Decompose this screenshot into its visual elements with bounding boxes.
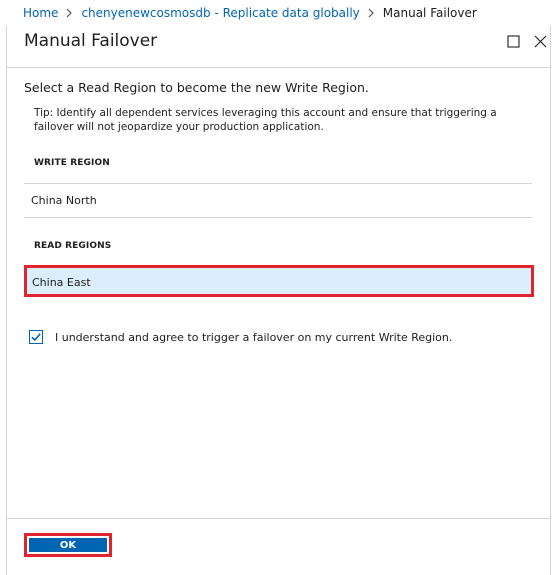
tip-text: Tip: Identify all dependent services lev… [34,107,497,133]
ok-button-highlight: OK [24,533,112,557]
breadcrumb-current: Manual Failover [382,6,477,20]
read-regions-heading: READ REGIONS [34,241,112,251]
write-region-heading: WRITE REGION [34,158,110,168]
manual-failover-page: Home chenyenewcosmosdb - Replicate data … [0,0,556,575]
read-region-label: China East [32,276,91,289]
failover-blade: Manual Failover Select a Read Region to … [6,26,551,575]
maximize-icon[interactable] [504,32,524,52]
breadcrumb: Home chenyenewcosmosdb - Replicate data … [0,0,556,26]
checkmark-icon [31,333,41,342]
read-region-item-china-east[interactable]: China East [24,265,534,297]
breadcrumb-parent-link[interactable]: chenyenewcosmosdb - Replicate data globa… [81,6,359,20]
blade-title: Manual Failover [24,31,158,51]
ok-button[interactable]: OK [29,538,107,552]
agree-label: I understand and agree to trigger a fail… [55,330,453,344]
agree-checkbox-row[interactable]: I understand and agree to trigger a fail… [29,330,452,344]
intro-text: Select a Read Region to become the new W… [24,80,369,95]
chevron-right-icon [368,8,375,18]
close-icon[interactable] [531,32,551,52]
footer-divider [7,518,550,519]
divider [24,183,532,184]
divider [24,217,532,218]
write-region-value: China North [31,194,97,207]
agree-checkbox[interactable] [29,330,43,344]
blade-header: Manual Failover [7,26,550,68]
chevron-right-icon [66,8,73,18]
breadcrumb-home-link[interactable]: Home [23,6,58,20]
